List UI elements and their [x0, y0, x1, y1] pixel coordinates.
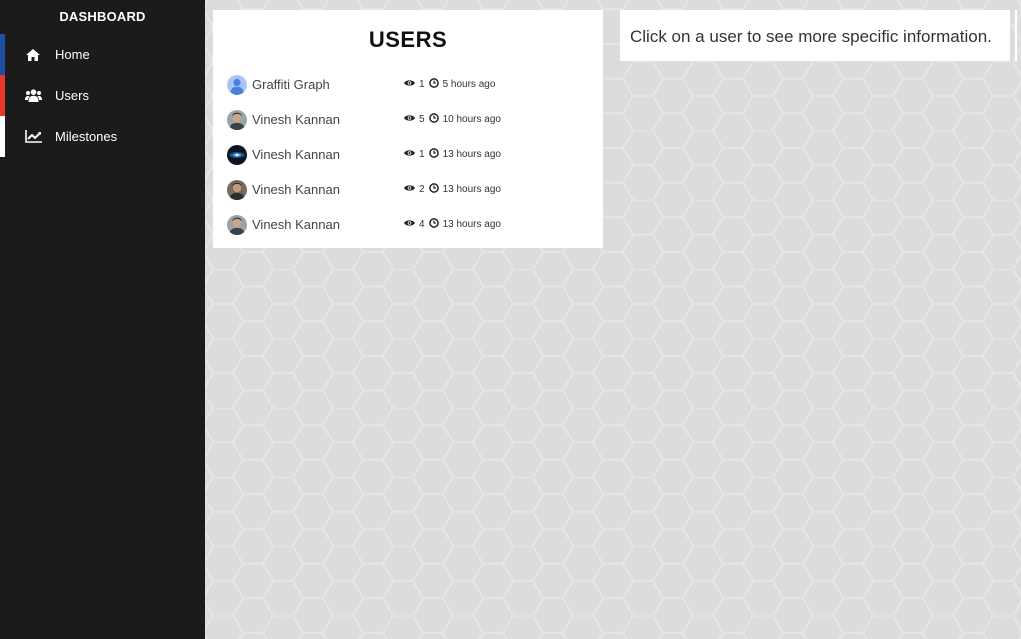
photo-avatar-icon — [227, 214, 247, 235]
sidebar-item-users[interactable]: Users — [0, 75, 205, 116]
last-seen-time: 10 hours ago — [442, 114, 501, 125]
nav-accent-home — [0, 34, 5, 75]
clock-icon — [428, 113, 439, 126]
photo-avatar-icon — [227, 179, 247, 200]
clock-icon — [428, 183, 439, 196]
clock-icon — [428, 148, 439, 161]
users-title: USERS — [368, 27, 448, 52]
user-stats: 1 13 hours ago — [404, 148, 501, 161]
photo-avatar-icon — [227, 109, 247, 130]
eye-icon — [404, 184, 415, 195]
clock-icon — [428, 218, 439, 231]
panel-edge — [1015, 10, 1017, 61]
user-name[interactable]: Vinesh Kannan — [252, 112, 340, 127]
user-row[interactable]: Vinesh Kannan 5 10 hours ago — [213, 102, 603, 137]
eye-icon — [404, 219, 415, 230]
sidebar-item-home[interactable]: Home — [0, 34, 205, 75]
eye-icon — [404, 79, 415, 90]
sidebar-item-milestones[interactable]: Milestones — [0, 116, 205, 157]
eye-icon — [404, 149, 415, 160]
last-seen-time: 5 hours ago — [442, 79, 496, 90]
user-stats: 2 13 hours ago — [404, 183, 501, 196]
user-row[interactable]: Vinesh Kannan 2 13 hours ago — [213, 172, 603, 207]
sidebar-item-label: Home — [55, 47, 90, 62]
clock-icon — [428, 78, 439, 91]
view-count: 1 — [419, 149, 425, 160]
user-stats: 1 5 hours ago — [404, 78, 495, 91]
default-avatar-icon — [227, 74, 247, 95]
user-name[interactable]: Vinesh Kannan — [252, 182, 340, 197]
last-seen-time: 13 hours ago — [442, 149, 501, 160]
view-count: 2 — [419, 184, 425, 195]
user-name[interactable]: Vinesh Kannan — [252, 147, 340, 162]
users-icon — [24, 88, 42, 104]
last-seen-time: 13 hours ago — [442, 184, 501, 195]
sidebar-item-label: Milestones — [55, 129, 118, 144]
user-row[interactable]: Vinesh Kannan 1 13 hours ago — [213, 137, 603, 172]
dashboard-brand[interactable]: DASHBOARD — [0, 0, 205, 34]
sidebar-item-label: Users — [55, 88, 89, 103]
user-name[interactable]: Vinesh Kannan — [252, 217, 340, 232]
user-name[interactable]: Graffiti Graph — [252, 77, 330, 92]
users-panel: USERS Graffiti Graph 1 5 hours ago Vines… — [213, 10, 603, 248]
view-count: 5 — [419, 114, 425, 125]
last-seen-time: 13 hours ago — [442, 219, 501, 230]
view-count: 4 — [419, 219, 425, 230]
sidebar: DASHBOARD Home Users Milestones — [0, 0, 205, 639]
dark-avatar-icon — [227, 144, 247, 165]
eye-icon — [404, 114, 415, 125]
info-message: Click on a user to see more specific inf… — [620, 10, 1010, 61]
user-stats: 4 13 hours ago — [404, 218, 501, 231]
nav-accent-milestones — [0, 116, 5, 157]
home-icon — [24, 47, 42, 63]
view-count: 1 — [419, 79, 425, 90]
user-list: Graffiti Graph 1 5 hours ago Vinesh Kann… — [213, 67, 603, 242]
user-row[interactable]: Graffiti Graph 1 5 hours ago — [213, 67, 603, 102]
user-stats: 5 10 hours ago — [404, 113, 501, 126]
nav-accent-users — [0, 75, 5, 116]
user-row[interactable]: Vinesh Kannan 4 13 hours ago — [213, 207, 603, 242]
line-chart-icon — [24, 129, 42, 145]
